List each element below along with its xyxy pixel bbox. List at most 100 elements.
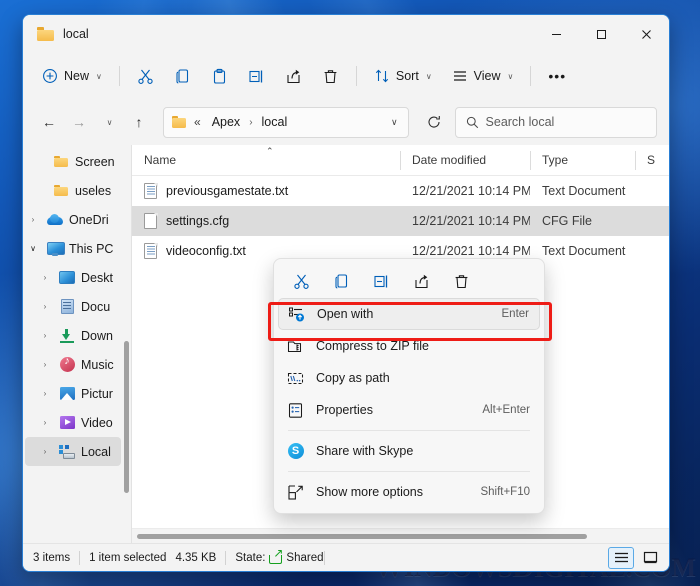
sidebar-item-label: Pictur xyxy=(81,386,113,401)
paste-button[interactable] xyxy=(202,60,237,92)
skype-icon xyxy=(287,443,304,460)
scrollbar-thumb[interactable] xyxy=(123,341,129,493)
sidebar-item-label: useles xyxy=(75,183,112,198)
title-bar-left: local xyxy=(23,27,89,41)
breadcrumb-apex[interactable]: Apex xyxy=(209,113,244,131)
cloud-icon xyxy=(47,212,63,228)
chevron-right-icon[interactable]: › xyxy=(37,302,53,311)
address-bar[interactable]: « Apex › local ∨ xyxy=(163,106,409,138)
sidebar-item-music[interactable]: › Music xyxy=(25,350,121,379)
back-button[interactable]: ← xyxy=(35,108,63,136)
minimize-button[interactable] xyxy=(534,15,579,53)
see-more-button[interactable]: ••• xyxy=(539,60,575,92)
recent-locations-button[interactable]: ∨ xyxy=(95,108,123,136)
menu-item-properties[interactable]: Properties Alt+Enter xyxy=(278,394,540,426)
up-button[interactable]: ↑ xyxy=(125,108,153,136)
breadcrumb-overflow-icon[interactable]: « xyxy=(191,113,204,131)
table-row[interactable]: previousgamestate.txt 12/21/2021 10:14 P… xyxy=(132,176,669,206)
share-button[interactable] xyxy=(276,60,311,92)
file-name: settings.cfg xyxy=(166,214,230,228)
copy-icon xyxy=(174,68,191,85)
videos-icon xyxy=(59,415,75,431)
chevron-down-icon-view: ∨ xyxy=(507,71,514,81)
breadcrumb-separator: › xyxy=(249,116,253,128)
large-icons-view-toggle[interactable] xyxy=(637,547,663,569)
new-button[interactable]: New ∨ xyxy=(33,60,111,92)
delete-button[interactable] xyxy=(313,60,348,92)
chevron-right-icon[interactable]: › xyxy=(37,389,53,398)
shared-icon xyxy=(269,547,283,564)
state-label: State: xyxy=(235,551,266,564)
menu-item-open-with[interactable]: Open with Enter xyxy=(278,298,540,330)
sidebar-item-documents[interactable]: › Docu xyxy=(25,292,121,321)
breadcrumb-local[interactable]: local xyxy=(259,113,291,131)
sort-button[interactable]: Sort ∨ xyxy=(365,60,441,92)
search-box[interactable]: Search local xyxy=(454,106,658,138)
downloads-icon xyxy=(59,328,75,344)
share-button[interactable] xyxy=(401,266,441,296)
sidebar-item-downloads[interactable]: › Down xyxy=(25,321,121,350)
table-row[interactable]: settings.cfg 12/21/2021 10:14 PM CFG Fil… xyxy=(132,206,669,236)
sidebar-item-this-pc[interactable]: ∨ This PC xyxy=(25,234,121,263)
menu-item-label: Properties xyxy=(316,403,373,417)
menu-item-accelerator: Enter xyxy=(501,308,530,320)
scrollbar-thumb[interactable] xyxy=(137,534,587,539)
address-dropdown-icon[interactable]: ∨ xyxy=(387,117,402,128)
chevron-right-icon[interactable]: › xyxy=(37,360,53,369)
column-header-date-modified[interactable]: Date modified xyxy=(400,145,530,176)
navigation-pane-scrollbar[interactable] xyxy=(121,145,131,543)
status-divider-3 xyxy=(323,550,325,565)
chevron-right-icon[interactable]: › xyxy=(37,331,53,340)
zip-icon xyxy=(287,338,304,355)
sidebar-item-pictures[interactable]: › Pictur xyxy=(25,379,121,408)
delete-button[interactable] xyxy=(441,266,481,296)
sidebar-item-local[interactable]: › Local xyxy=(25,437,121,466)
details-view-toggle[interactable] xyxy=(608,546,634,569)
address-folder-icon xyxy=(172,116,186,128)
chevron-right-icon[interactable]: › xyxy=(37,447,53,456)
copy-button[interactable] xyxy=(321,266,361,296)
forward-button[interactable]: → xyxy=(65,108,93,136)
rename-button[interactable] xyxy=(239,60,274,92)
toolbar-divider-2 xyxy=(355,66,357,86)
search-input[interactable]: Search local xyxy=(486,115,555,129)
generic-file-icon xyxy=(144,213,158,229)
refresh-button[interactable] xyxy=(421,108,447,136)
share-icon xyxy=(285,68,302,85)
sidebar-item-videos[interactable]: › Video xyxy=(25,408,121,437)
column-header-name-label: Name xyxy=(144,153,177,167)
title-bar: local xyxy=(23,15,669,53)
sidebar-item-onedrive[interactable]: › OneDri xyxy=(25,205,121,234)
close-button[interactable] xyxy=(624,15,669,53)
column-header-size[interactable]: S xyxy=(635,145,669,176)
file-name-cell: previousgamestate.txt xyxy=(132,183,400,199)
menu-item-share-with-skype[interactable]: Share with Skype xyxy=(278,435,540,467)
menu-item-copy-as-path[interactable]: Copy as path xyxy=(278,362,540,394)
column-header-name[interactable]: Name ⌃ xyxy=(132,145,400,176)
folder-icon xyxy=(53,183,69,199)
chevron-right-icon[interactable]: › xyxy=(37,273,53,282)
rename-button[interactable] xyxy=(361,266,401,296)
forward-arrow-icon: → xyxy=(72,114,86,130)
cut-button[interactable] xyxy=(281,266,321,296)
copy-button[interactable] xyxy=(165,60,200,92)
view-button-label: View xyxy=(473,69,501,83)
column-headers: Name ⌃ Date modified Type S xyxy=(132,145,669,176)
maximize-button[interactable] xyxy=(579,15,624,53)
view-button[interactable]: View ∨ xyxy=(443,60,523,92)
menu-item-compress-to-zip[interactable]: Compress to ZIP file xyxy=(278,330,540,362)
file-date-cell: 12/21/2021 10:14 PM xyxy=(412,184,530,198)
chevron-down-icon[interactable]: ∨ xyxy=(25,244,41,253)
column-header-type[interactable]: Type xyxy=(530,145,635,176)
sidebar-item-label: Video xyxy=(81,415,113,430)
sidebar-item-desktop[interactable]: › Deskt xyxy=(25,263,121,292)
cut-button[interactable] xyxy=(128,60,163,92)
chevron-right-icon[interactable]: › xyxy=(25,215,41,224)
chevron-right-icon[interactable]: › xyxy=(37,418,53,427)
sidebar-item-useless[interactable]: useles xyxy=(25,176,121,205)
horizontal-scrollbar[interactable] xyxy=(132,528,669,543)
toolbar-divider xyxy=(118,66,120,86)
menu-item-show-more-options[interactable]: Show more options Shift+F10 xyxy=(278,476,540,508)
sidebar-item-screenshots[interactable]: Screen xyxy=(25,147,121,176)
scissors-icon xyxy=(137,68,154,85)
